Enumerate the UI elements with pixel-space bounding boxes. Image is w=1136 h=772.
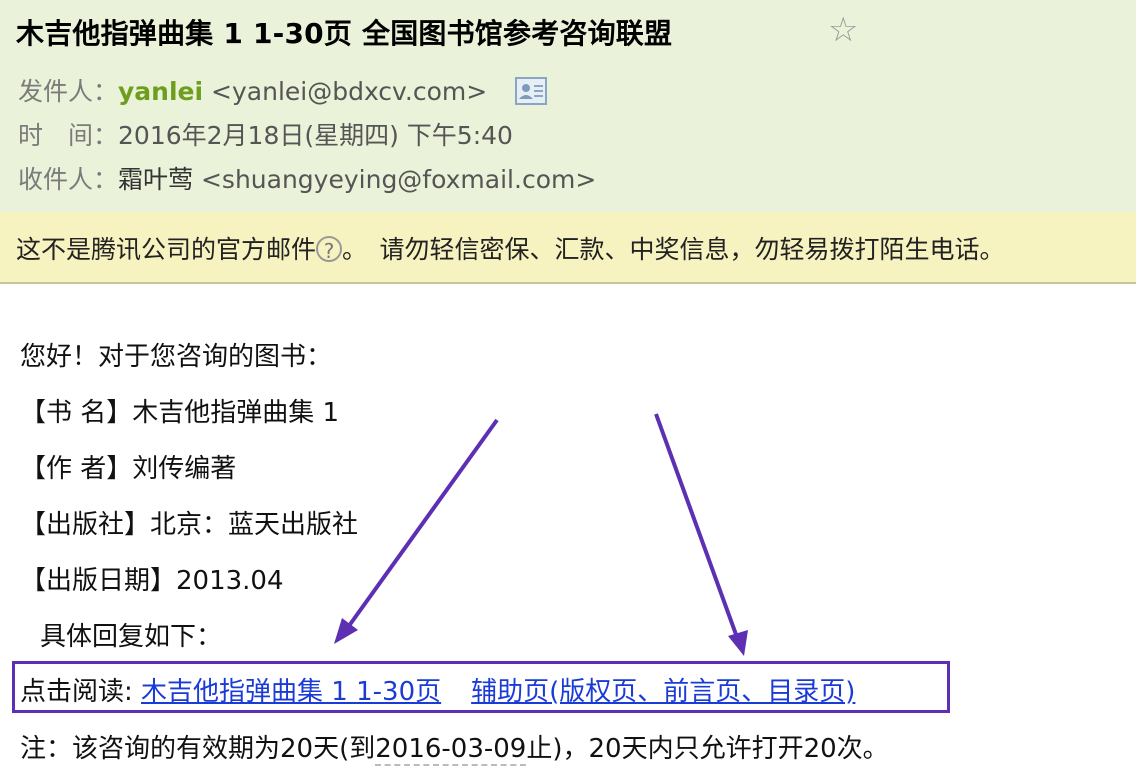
arrow-right <box>654 413 748 656</box>
sender-address: <yanlei@bdxcv.com> <box>211 77 488 106</box>
contact-card-icon[interactable] <box>515 77 548 105</box>
recipient-label: 收件人： <box>18 165 119 194</box>
book-title-line: 【书 名】木吉他指弹曲集 1 <box>20 398 340 428</box>
note-date: 2016-03-09 <box>375 734 527 766</box>
email-subject: 木吉他指弹曲集 1 1-30页 全国图书馆参考咨询联盟 <box>16 17 673 50</box>
read-label: 点击阅读: <box>20 677 142 707</box>
time-label: 时 间： <box>18 121 119 150</box>
reply-intro: 具体回复如下： <box>40 622 223 652</box>
recipient-address: <shuangyeying@foxmail.com> <box>200 165 597 194</box>
arrow-left <box>334 418 499 644</box>
warning-text: 这不是腾讯公司的官方邮件?。 请勿轻信密保、汇款、中奖信息，勿轻易拨打陌生电话。 <box>16 230 1005 266</box>
recipient-name[interactable]: 霜叶莺 <box>118 165 193 194</box>
star-icon[interactable]: ☆ <box>828 10 858 50</box>
warning-text-before: 这不是腾讯公司的官方邮件 <box>16 235 317 264</box>
greeting: 您好！对于您咨询的图书： <box>20 342 333 372</box>
author-line: 【作 者】刘传编著 <box>20 454 237 484</box>
read-links-row: 点击阅读: 木吉他指弹曲集 1 1-30页 辅助页(版权页、前言页、目录页) <box>20 671 855 708</box>
time-value: 2016年2月18日(星期四) 下午5:40 <box>118 121 513 150</box>
note-suffix: 止)，20天内只允许打开20次。 <box>526 734 889 764</box>
email-header: 木吉他指弹曲集 1 1-30页 全国图书馆参考咨询联盟 ☆ 发件人：yanlei… <box>0 0 1136 212</box>
validity-note: 注：该咨询的有效期为20天(到2016-03-09止)，20天内只允许打开20次… <box>20 728 889 766</box>
sender-row: 发件人：yanlei <yanlei@bdxcv.com> <box>18 72 548 108</box>
sender-name[interactable]: yanlei <box>118 77 203 106</box>
sender-label: 发件人： <box>18 77 119 106</box>
time-row: 时 间：2016年2月18日(星期四) 下午5:40 <box>18 116 513 152</box>
security-warning-bar: 这不是腾讯公司的官方邮件?。 请勿轻信密保、汇款、中奖信息，勿轻易拨打陌生电话。 <box>0 212 1136 284</box>
help-icon[interactable]: ? <box>316 236 343 263</box>
publisher-line: 【出版社】北京：蓝天出版社 <box>20 510 359 540</box>
link-main-pages[interactable]: 木吉他指弹曲集 1 1-30页 <box>141 677 441 707</box>
warning-text-after: 。 请勿轻信密保、汇款、中奖信息，勿轻易拨打陌生电话。 <box>342 235 1005 264</box>
link-aux-pages[interactable]: 辅助页(版权页、前言页、目录页) <box>471 677 855 707</box>
pub-date-line: 【出版日期】2013.04 <box>20 566 284 596</box>
recipient-row: 收件人：霜叶莺 <shuangyeying@foxmail.com> <box>18 160 596 196</box>
note-prefix: 注：该咨询的有效期为20天(到 <box>20 734 376 764</box>
